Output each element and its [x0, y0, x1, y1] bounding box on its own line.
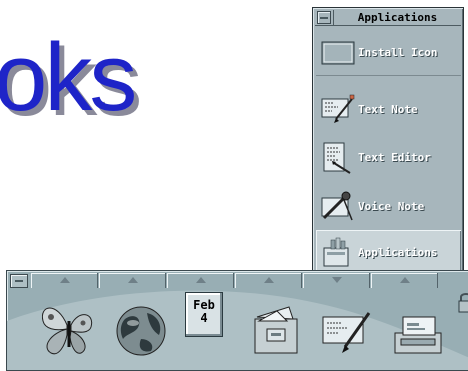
globe-icon[interactable]	[111, 295, 171, 361]
subpanel-item-text-editor[interactable]: Text Editor	[316, 135, 461, 181]
subpanel-arrow-tab[interactable]	[31, 273, 98, 288]
up-arrow-icon	[59, 277, 70, 283]
up-arrow-icon	[127, 277, 138, 283]
file-manager-icon[interactable]	[247, 295, 307, 361]
text-note-icon	[321, 94, 355, 123]
subpanel-close-button[interactable]	[317, 11, 331, 24]
install-icon	[321, 41, 355, 65]
subpanel-title: Applications	[333, 10, 461, 25]
up-arrow-icon	[263, 277, 274, 283]
subpanel-item-voice-note[interactable]: Voice Note	[316, 184, 461, 230]
subpanel-item-install-icon[interactable]: Install Icon	[316, 30, 461, 76]
subpanel-arrow-tab[interactable]	[303, 273, 370, 288]
background-heading: oks	[0, 24, 137, 131]
subpanel-item-label: Voice Note	[358, 200, 425, 213]
subpanel-item-text-note[interactable]: Text Note	[316, 87, 461, 133]
front-panel-tab-row	[7, 271, 468, 289]
applications-subpanel: Applications Install Icon Text Note Text…	[312, 7, 464, 276]
front-panel-minimize-button[interactable]	[10, 274, 28, 288]
down-arrow-icon	[331, 277, 342, 283]
subpanel-arrow-tab[interactable]	[235, 273, 302, 288]
subpanel-item-label: Text Editor	[358, 151, 431, 164]
applications-icon	[323, 237, 349, 267]
lock-icon[interactable]	[457, 291, 468, 313]
butterfly-icon[interactable]	[37, 295, 97, 361]
subpanel-item-label: Install Icon	[358, 46, 438, 59]
text-note-icon[interactable]	[317, 295, 377, 361]
front-panel	[6, 270, 468, 371]
up-arrow-icon	[195, 277, 206, 283]
up-arrow-icon	[399, 277, 410, 283]
calendar-day: 4	[200, 311, 208, 325]
subpanel-arrow-tab[interactable]	[167, 273, 234, 288]
subpanel-arrow-tab[interactable]	[371, 273, 438, 288]
calendar-icon[interactable]: Feb 4	[185, 292, 223, 337]
subpanel-item-label: Text Note	[358, 103, 418, 116]
mail-tray-icon[interactable]	[387, 295, 447, 361]
subpanel-arrow-tab[interactable]	[99, 273, 166, 288]
text-editor-icon	[323, 142, 351, 174]
subpanel-title-bar: Applications	[315, 10, 461, 26]
voice-note-icon	[321, 191, 353, 221]
